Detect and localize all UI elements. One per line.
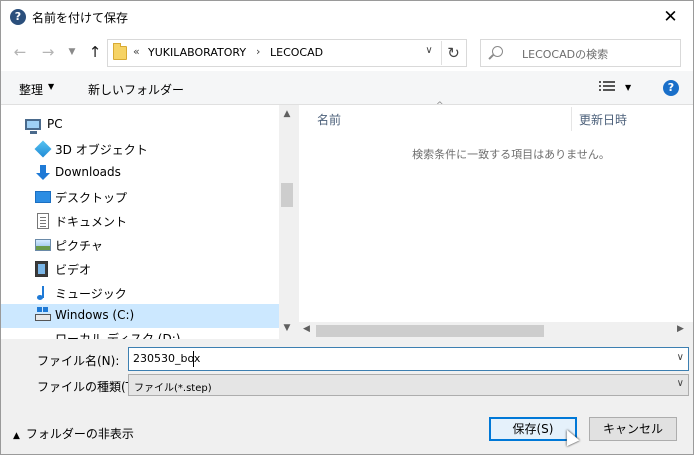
view-options-chevron-down-icon[interactable]: ▼ (625, 83, 631, 92)
chevron-up-icon: ▲ (13, 431, 20, 441)
videos-icon (35, 261, 48, 277)
search-placeholder: LECOCADの検索 (522, 48, 609, 61)
nav-item-label: PC (47, 117, 63, 131)
breadcrumb-separator-icon[interactable]: › (256, 45, 260, 58)
nav-item-pc[interactable]: PC (1, 113, 279, 137)
organize-button[interactable]: 整理 (19, 81, 43, 98)
filename-label: ファイル名(N): (37, 354, 120, 368)
address-dropdown-chevron-icon[interactable]: ∨ (419, 45, 439, 56)
nav-item-windows-c[interactable]: Windows (C:) (1, 304, 279, 328)
filetype-label: ファイルの種類(T): (37, 380, 142, 394)
filetype-value: ファイル(*.step) (134, 383, 212, 394)
nav-item-label: ドキュメント (55, 215, 128, 229)
navigation-pane: PC 3D オブジェクト Downloads デスクトップ ドキュメント ピクチ… (1, 105, 295, 339)
save-as-dialog: ? 名前を付けて保存 ✕ ← → ▼ ↑ « YUKILABORATORY › … (0, 0, 694, 455)
nav-item-label: Downloads (55, 165, 121, 179)
nav-item-pictures[interactable]: ピクチャ (1, 233, 279, 257)
command-bar: 整理 ▼ 新しいフォルダー ▼ ? (1, 71, 693, 105)
recent-locations-chevron-icon[interactable]: ▼ (61, 42, 83, 62)
nav-item-label: ビデオ (55, 263, 92, 277)
filename-input[interactable]: 230530_box ∨ (128, 347, 689, 371)
filetype-select[interactable]: ファイル(*.step) ∨ (128, 374, 689, 396)
empty-results-message: 検索条件に一致する項目はありません。 (412, 148, 610, 161)
nav-scrollbar-thumb[interactable] (281, 183, 293, 207)
nav-item-music[interactable]: ミュージック (1, 281, 279, 305)
address-row: ← → ▼ ↑ « YUKILABORATORY › LECOCAD ∨ ↻ L… (1, 33, 693, 71)
downloads-icon (35, 165, 51, 181)
nav-item-3d-objects[interactable]: 3D オブジェクト (1, 137, 279, 161)
sort-indicator-chevron-up-icon: ^ (436, 101, 444, 111)
help-circle-icon: ? (10, 9, 26, 25)
back-arrow-icon[interactable]: ← (9, 42, 31, 62)
nav-item-downloads[interactable]: Downloads (1, 161, 279, 185)
folder-icon (113, 43, 127, 60)
breadcrumb-yukilaboratory[interactable]: YUKILABORATORY (148, 46, 246, 59)
nav-scrollbar[interactable]: ▲ ▼ (279, 105, 295, 339)
nav-item-partial[interactable]: ローカル ディスク (D:) (55, 330, 180, 339)
nav-item-label: Windows (C:) (55, 308, 135, 322)
3d-objects-icon (34, 140, 52, 158)
scroll-right-chevron-icon[interactable]: ▶ (677, 324, 684, 334)
help-icon[interactable]: ? (663, 80, 679, 96)
up-arrow-icon[interactable]: ↑ (84, 42, 106, 62)
pictures-icon (35, 239, 51, 251)
organize-chevron-down-icon[interactable]: ▼ (48, 82, 54, 91)
scroll-down-chevron-icon[interactable]: ▼ (279, 323, 295, 333)
scroll-up-chevron-icon[interactable]: ▲ (279, 109, 295, 119)
title-bar: ? 名前を付けて保存 ✕ (1, 1, 693, 33)
hide-folders-toggle[interactable]: ▲ フォルダーの非表示 (13, 425, 134, 442)
filetype-dropdown-chevron-icon[interactable]: ∨ (677, 378, 684, 389)
nav-item-label: ピクチャ (55, 239, 103, 253)
scroll-left-chevron-icon[interactable]: ◀ (303, 324, 310, 334)
hide-folders-label: フォルダーの非表示 (25, 427, 134, 441)
file-list-pane: ^ 名前 更新日時 検索条件に一致する項目はありません。 ◀ ▶ (299, 101, 693, 339)
close-button[interactable]: ✕ (648, 1, 693, 33)
search-icon (492, 46, 503, 57)
filename-dropdown-chevron-icon[interactable]: ∨ (677, 352, 684, 363)
view-options-icon[interactable] (599, 81, 615, 93)
cancel-button[interactable]: キャンセル (589, 417, 677, 441)
search-input[interactable]: LECOCADの検索 (480, 39, 681, 67)
horizontal-scrollbar-thumb[interactable] (316, 325, 544, 337)
filename-value: 230530_box (133, 352, 201, 365)
window-title: 名前を付けて保存 (32, 11, 129, 25)
nav-item-label: ミュージック (55, 287, 127, 301)
breadcrumb-lecocad[interactable]: LECOCAD (270, 46, 323, 59)
nav-item-videos[interactable]: ビデオ (1, 257, 279, 281)
nav-item-documents[interactable]: ドキュメント (1, 209, 279, 233)
drive-icon (35, 307, 51, 321)
column-header-date-modified[interactable]: 更新日時 (579, 111, 627, 128)
music-icon (35, 285, 51, 301)
documents-icon (37, 213, 49, 229)
new-folder-button[interactable]: 新しいフォルダー (88, 81, 184, 98)
desktop-icon (35, 191, 51, 203)
text-caret (193, 351, 194, 367)
forward-arrow-icon[interactable]: → (37, 42, 59, 62)
pc-icon (25, 119, 41, 134)
column-divider[interactable] (571, 107, 572, 131)
nav-item-label: 3D オブジェクト (55, 143, 148, 157)
nav-item-label: デスクトップ (55, 191, 128, 205)
column-header-name[interactable]: 名前 (317, 111, 341, 128)
address-bar[interactable]: « YUKILABORATORY › LECOCAD ∨ ↻ (107, 39, 467, 67)
refresh-icon[interactable]: ↻ (441, 41, 465, 65)
nav-item-desktop[interactable]: デスクトップ (1, 185, 279, 209)
horizontal-scrollbar[interactable]: ◀ ▶ (299, 322, 693, 339)
breadcrumb-overflow[interactable]: « (133, 45, 140, 58)
